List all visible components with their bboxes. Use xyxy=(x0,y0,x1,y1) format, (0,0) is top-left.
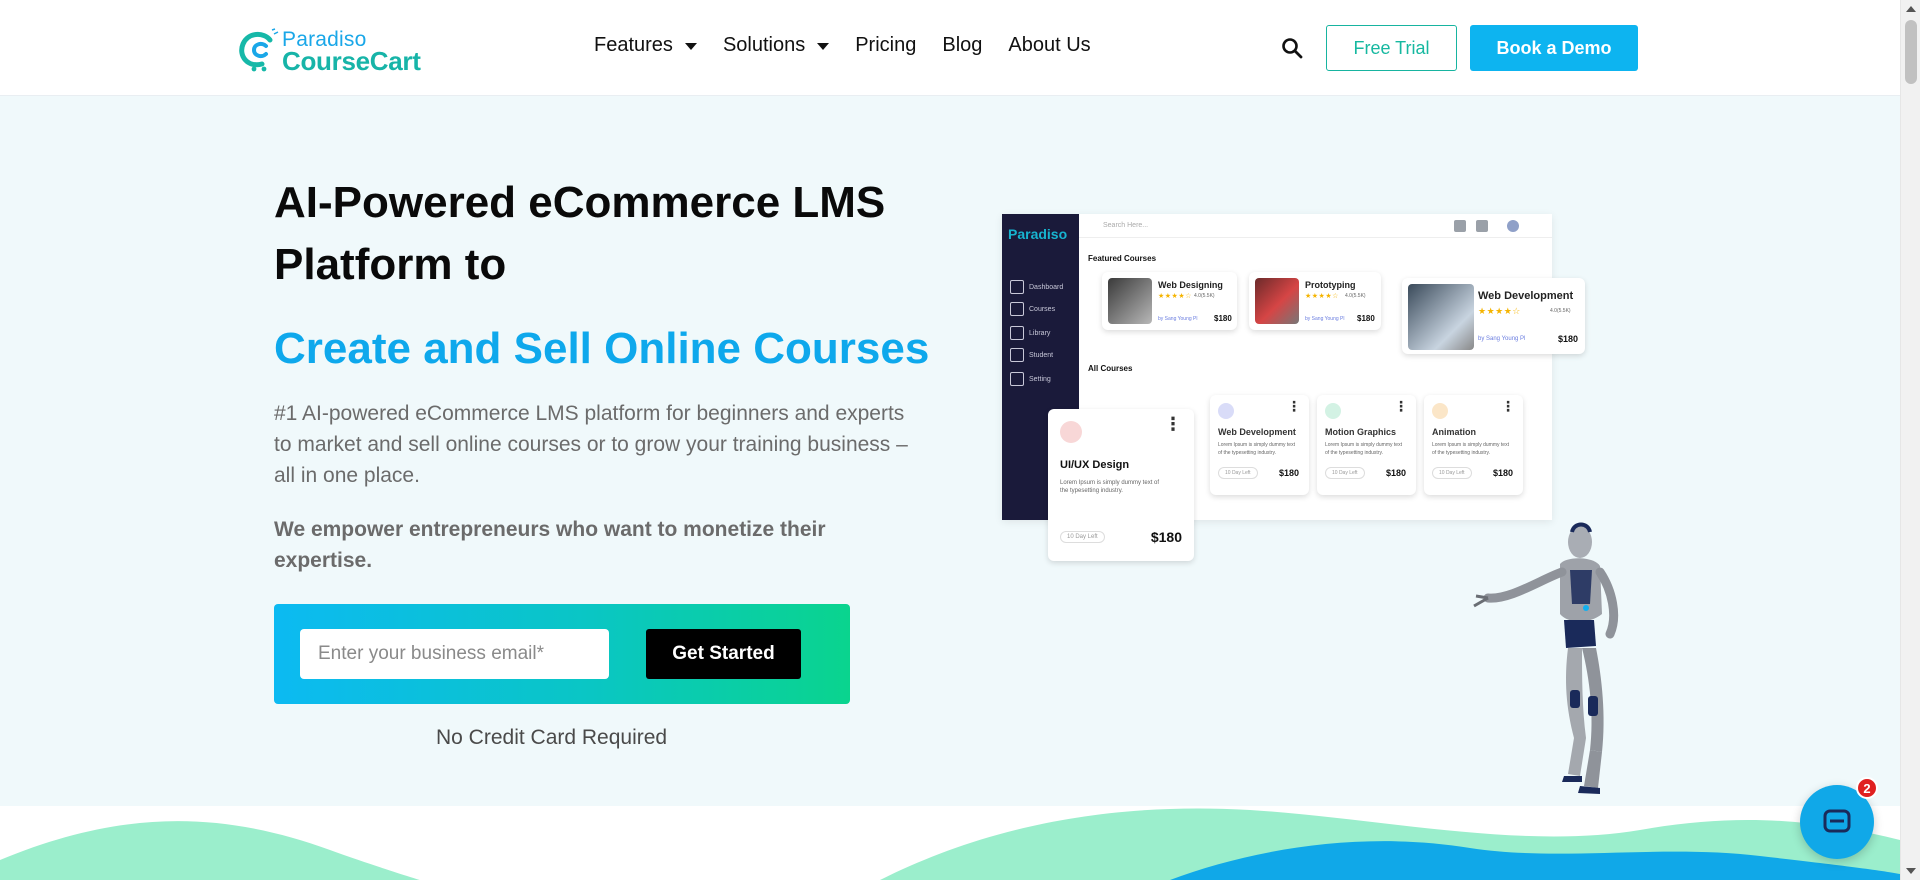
main-nav: Features Solutions Pricing Blog About Us xyxy=(594,34,1117,57)
chevron-down-icon xyxy=(684,43,697,50)
course-icon xyxy=(1325,403,1341,419)
hero-description: #1 AI-powered eCommerce LMS platform for… xyxy=(274,402,908,487)
rating-stars-icon: ★★★★☆ xyxy=(1305,293,1339,300)
brand-logo[interactable]: Paradiso CourseCart xyxy=(236,26,421,76)
mockup-search: Search Here... xyxy=(1103,222,1149,229)
nav-item-about-us[interactable]: About Us xyxy=(1008,34,1090,57)
nav-label: About Us xyxy=(1008,34,1091,56)
course-thumbnail xyxy=(1408,284,1474,350)
hero-emphasis: We empower entrepreneurs who want to mon… xyxy=(274,518,826,572)
no-credit-card-note: No Credit Card Required xyxy=(436,726,668,749)
nav-item-blog[interactable]: Blog xyxy=(942,34,982,57)
email-input[interactable] xyxy=(300,629,609,679)
student-icon xyxy=(1010,348,1024,362)
more-options-icon: ⋮ xyxy=(1287,398,1301,414)
hero-subtitle: Create and Sell Online Courses xyxy=(274,324,930,373)
course-icon xyxy=(1218,403,1234,419)
mockup-topbar: Search Here... xyxy=(1079,214,1552,238)
decorative-waves xyxy=(0,808,1900,880)
more-options-icon: ⋮ xyxy=(1501,398,1515,414)
course-card: ⋮ Web Development Lorem Ipsum is simply … xyxy=(1210,395,1309,495)
featured-course-card: Web Designing ★★★★☆ 4.0(5.5K) by Sang Yo… xyxy=(1102,272,1237,330)
more-options-icon: ⋮ xyxy=(1394,398,1408,414)
chevron-down-icon xyxy=(817,43,830,50)
featured-course-card: Prototyping ★★★★☆ 4.0(5.5K) by Sang Youn… xyxy=(1249,272,1381,330)
mockup-sidebar-item: Library xyxy=(1010,326,1050,340)
logo-wordmark-bottom: CourseCart xyxy=(282,46,421,76)
megaphone-icon xyxy=(1476,220,1488,232)
free-trial-button[interactable]: Free Trial xyxy=(1326,25,1457,71)
scroll-up-arrow-icon[interactable] xyxy=(1906,6,1916,12)
get-started-button[interactable]: Get Started xyxy=(646,629,801,679)
more-options-icon: ⋮ xyxy=(1164,414,1182,434)
mockup-all-heading: All Courses xyxy=(1088,364,1133,373)
mockup-sidebar-item: Setting xyxy=(1010,372,1051,386)
mockup-logo: Paradiso xyxy=(1008,226,1068,242)
hero-section: AI-Powered eCommerce LMS Platform to Cre… xyxy=(0,96,1900,806)
course-thumbnail xyxy=(1108,278,1152,324)
robot-illustration xyxy=(1473,522,1619,794)
course-icon xyxy=(1432,403,1448,419)
scrollbar-thumb[interactable] xyxy=(1905,20,1917,84)
nav-label: Features xyxy=(594,34,673,56)
course-thumbnail xyxy=(1255,278,1299,324)
courses-icon xyxy=(1010,302,1024,316)
site-header: Paradiso CourseCart Features Solutions P… xyxy=(0,0,1900,96)
course-card: ⋮ UI/UX Design Lorem Ipsum is simply dum… xyxy=(1048,409,1194,561)
nav-item-pricing[interactable]: Pricing xyxy=(855,34,916,57)
chat-notification-badge: 2 xyxy=(1856,777,1878,799)
page-scrollbar[interactable] xyxy=(1900,0,1920,880)
nav-label: Solutions xyxy=(722,34,806,56)
nav-label: Pricing xyxy=(855,34,917,56)
message-icon xyxy=(1454,220,1466,232)
scroll-down-arrow-icon[interactable] xyxy=(1906,868,1916,874)
rating-stars-icon: ★★★★☆ xyxy=(1158,293,1192,300)
mockup-sidebar-item: Student xyxy=(1010,348,1053,362)
course-icon xyxy=(1060,421,1082,443)
hero-title: AI-Powered eCommerce LMS Platform to xyxy=(274,178,886,289)
signup-form: Get Started xyxy=(274,604,850,704)
course-card: ⋮ Animation Lorem Ipsum is simply dummy … xyxy=(1424,395,1523,495)
nav-label: Blog xyxy=(942,34,983,56)
mockup-featured-heading: Featured Courses xyxy=(1088,254,1157,263)
avatar-icon xyxy=(1507,220,1519,232)
dashboard-icon xyxy=(1010,280,1024,294)
library-icon xyxy=(1010,326,1024,340)
mockup-sidebar-item: Dashboard xyxy=(1010,280,1063,294)
mockup-sidebar-item: Courses xyxy=(1010,302,1055,316)
course-card: ⋮ Motion Graphics Lorem Ipsum is simply … xyxy=(1317,395,1416,495)
logo-mark-icon xyxy=(239,28,279,72)
settings-icon xyxy=(1010,372,1024,386)
search-icon[interactable] xyxy=(1280,36,1304,60)
book-demo-button[interactable]: Book a Demo xyxy=(1470,25,1638,71)
featured-course-card: Web Development ★★★★☆ 4.0(5.5K) by Sang … xyxy=(1402,278,1585,354)
nav-item-features[interactable]: Features xyxy=(594,34,697,57)
nav-item-solutions[interactable]: Solutions xyxy=(722,34,830,57)
rating-stars-icon: ★★★★☆ xyxy=(1478,306,1521,316)
